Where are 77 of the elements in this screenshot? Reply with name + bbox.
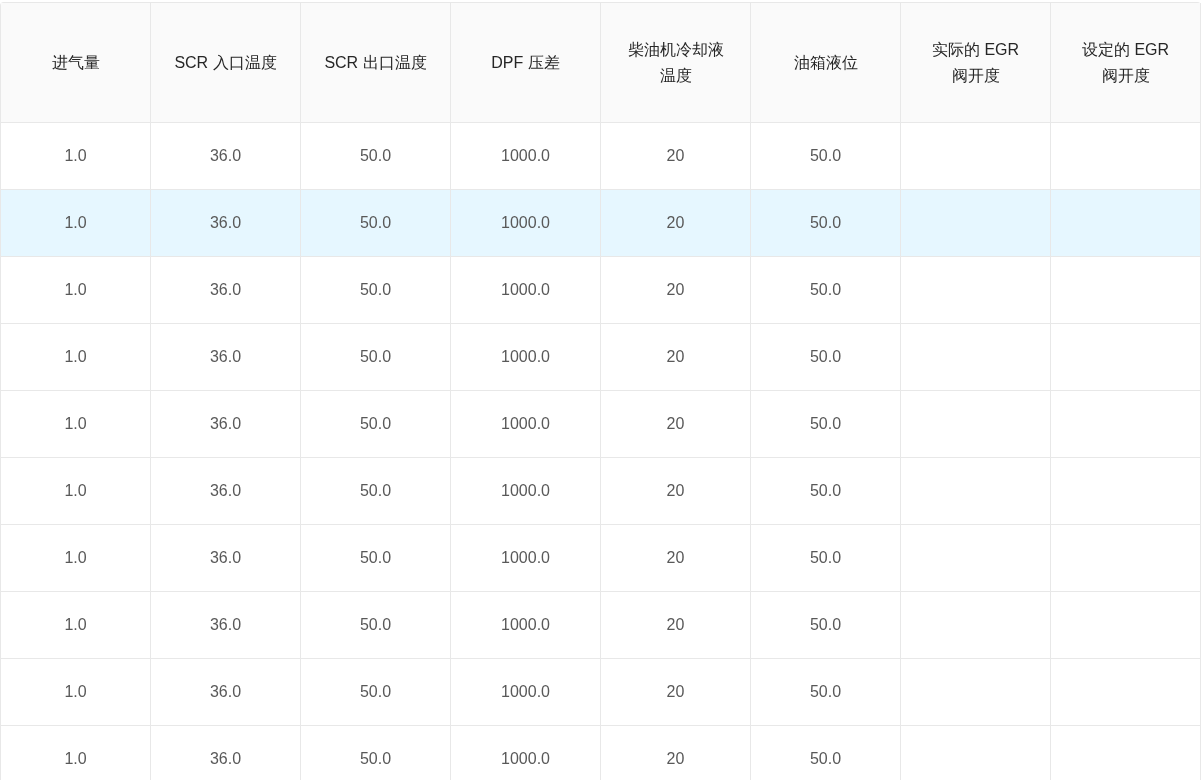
- table-cell: 20: [666, 281, 685, 299]
- table-cell: 1.0: [64, 482, 87, 500]
- table-cell: 1.0: [64, 415, 87, 433]
- table-cell: 1000.0: [501, 750, 550, 768]
- table-row[interactable]: 1.0 36.0 50.0 1000.0 20 50.0: [1, 525, 1201, 592]
- table-row[interactable]: 1.0 36.0 50.0 1000.0 20 50.0: [1, 592, 1201, 659]
- table-cell: 1000.0: [501, 281, 550, 299]
- table-row[interactable]: 1.0 36.0 50.0 1000.0 20 50.0: [1, 123, 1201, 190]
- table-cell: 50.0: [809, 415, 842, 433]
- table-row[interactable]: 1.0 36.0 50.0 1000.0 20 50.0: [1, 458, 1201, 525]
- table-cell: 50.0: [809, 616, 842, 634]
- table-cell: 50.0: [359, 482, 392, 500]
- table-cell: 1.0: [64, 214, 87, 232]
- table-cell: 50.0: [809, 683, 842, 701]
- table-cell: 20: [666, 683, 685, 701]
- table-cell: 36.0: [209, 616, 242, 634]
- table-cell: 20: [666, 415, 685, 433]
- column-header: 柴油机冷却液温度: [601, 3, 751, 123]
- table-cell: 1000.0: [501, 147, 550, 165]
- table-cell: 50.0: [359, 147, 392, 165]
- column-header: 实际的 EGR 阀开度: [901, 3, 1051, 123]
- table-cell: 36.0: [209, 750, 242, 768]
- table-cell: 50.0: [359, 549, 392, 567]
- table-cell: 50.0: [359, 616, 392, 634]
- table-cell: 1.0: [64, 616, 87, 634]
- table-cell: 36.0: [209, 415, 242, 433]
- table-cell: 50.0: [359, 214, 392, 232]
- table-cell: 50.0: [809, 750, 842, 768]
- table-cell: 1000.0: [501, 214, 550, 232]
- table-cell: 1.0: [64, 281, 87, 299]
- column-header: 油箱液位: [751, 3, 901, 123]
- table-cell: 20: [666, 147, 685, 165]
- table-cell: 20: [666, 348, 685, 366]
- column-header: SCR 出口温度: [301, 3, 451, 123]
- table-row[interactable]: 1.0 36.0 50.0 1000.0 20 50.0: [1, 659, 1201, 726]
- table-cell: 1000.0: [501, 482, 550, 500]
- table-cell: 50.0: [359, 348, 392, 366]
- table-cell: 1.0: [64, 348, 87, 366]
- table-cell: 36.0: [209, 348, 242, 366]
- table-cell: 50.0: [809, 281, 842, 299]
- table-cell: 50.0: [809, 482, 842, 500]
- table-cell: 50.0: [809, 549, 842, 567]
- table-cell: 1.0: [64, 683, 87, 701]
- table-cell: 36.0: [209, 147, 242, 165]
- table-cell: 1.0: [64, 750, 87, 768]
- table-cell: 36.0: [209, 549, 242, 567]
- table-cell: 50.0: [359, 281, 392, 299]
- table-cell: 1000.0: [501, 415, 550, 433]
- column-header: DPF 压差: [451, 3, 601, 123]
- table-cell: 50.0: [809, 348, 842, 366]
- column-header: 进气量: [1, 3, 151, 123]
- table-cell: 20: [666, 616, 685, 634]
- table-cell: 1000.0: [501, 683, 550, 701]
- column-header: SCR 入口温度: [151, 3, 301, 123]
- table-cell: 1000.0: [501, 549, 550, 567]
- table-cell: 1000.0: [501, 616, 550, 634]
- table-cell: 36.0: [209, 281, 242, 299]
- table-cell: 1000.0: [501, 348, 550, 366]
- table-cell: 20: [666, 549, 685, 567]
- table-cell: 50.0: [359, 415, 392, 433]
- table-cell: 20: [666, 482, 685, 500]
- table-cell: 50.0: [359, 750, 392, 768]
- table-cell: 1.0: [64, 147, 87, 165]
- column-header: 设定的 EGR 阀开度: [1051, 3, 1201, 123]
- table-cell: 36.0: [209, 214, 242, 232]
- table-cell: 36.0: [209, 683, 242, 701]
- table-cell: 1.0: [64, 549, 87, 567]
- table-cell: 20: [666, 214, 685, 232]
- table-row[interactable]: 1.0 36.0 50.0 1000.0 20 50.0: [1, 190, 1201, 257]
- table-row[interactable]: 1.0 36.0 50.0 1000.0 20 50.0: [1, 391, 1201, 458]
- table-row[interactable]: 1.0 36.0 50.0 1000.0 20 50.0: [1, 257, 1201, 324]
- table-cell: 20: [666, 750, 685, 768]
- table-cell: 36.0: [209, 482, 242, 500]
- table-row[interactable]: 1.0 36.0 50.0 1000.0 20 50.0: [1, 324, 1201, 391]
- table-cell: 50.0: [359, 683, 392, 701]
- table-cell: 50.0: [809, 147, 842, 165]
- table-cell: 50.0: [809, 214, 842, 232]
